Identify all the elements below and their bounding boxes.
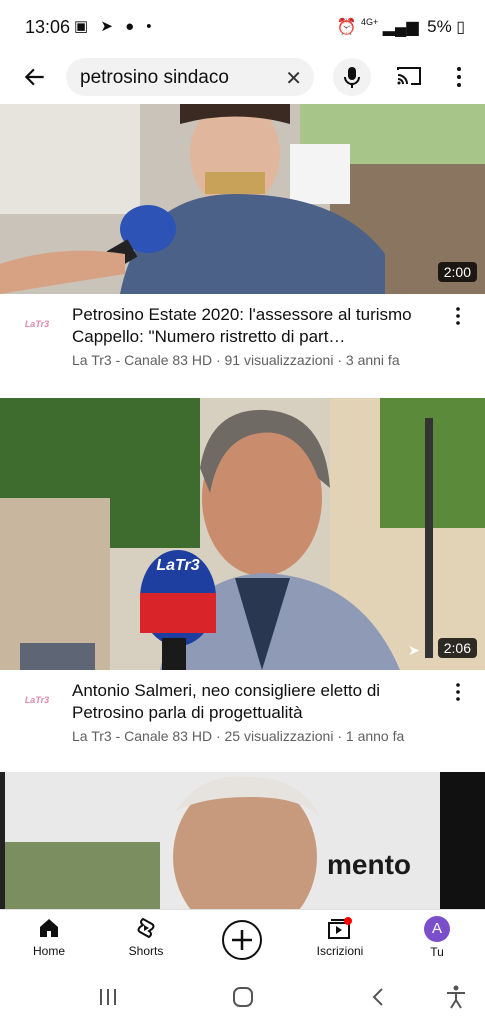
video-info[interactable]: LaTr3 Petrosino Estate 2020: l'assessore… bbox=[0, 294, 485, 398]
search-header: petrosino sindaco ✕ bbox=[0, 56, 485, 102]
thumbnail-image bbox=[0, 104, 485, 294]
mic-logo: LaTr3 bbox=[156, 557, 199, 574]
status-bar: 13:06 ▣ ➤ ● • ⏰ 4G+ ▂▄▆ 5% ▯ bbox=[0, 0, 485, 56]
channel-avatar[interactable]: LaTr3 bbox=[22, 312, 52, 336]
back-arrow-icon[interactable] bbox=[22, 64, 48, 90]
video-info[interactable]: LaTr3 Antonio Salmeri, neo consigliere e… bbox=[0, 670, 485, 772]
nav-home-label: Home bbox=[32, 944, 65, 958]
channel-avatar[interactable]: LaTr3 bbox=[22, 688, 52, 712]
cast-icon[interactable] bbox=[396, 66, 422, 86]
network-label: 4G+ bbox=[361, 17, 379, 27]
nav-shorts[interactable]: Shorts bbox=[106, 916, 186, 958]
status-time: 13:06 bbox=[25, 17, 71, 37]
video-thumbnail[interactable]: mento bbox=[0, 772, 485, 909]
search-input[interactable]: petrosino sindaco ✕ bbox=[66, 58, 314, 96]
create-plus-icon bbox=[222, 920, 262, 960]
nav-subscriptions[interactable]: Iscrizioni bbox=[300, 916, 380, 958]
nav-subscriptions-label: Iscrizioni bbox=[316, 944, 364, 958]
back-button-icon[interactable] bbox=[370, 986, 386, 1008]
mic-icon bbox=[344, 67, 360, 88]
nav-you-label: Tu bbox=[430, 945, 444, 959]
video-duration: 2:06 bbox=[437, 638, 477, 658]
home-icon bbox=[40, 919, 58, 937]
shorts-icon bbox=[137, 917, 155, 939]
video-menu-icon[interactable] bbox=[453, 682, 463, 702]
video-meta: La Tr3 - Canale 83 HD · 25 visualizzazio… bbox=[72, 728, 405, 744]
more-options-icon[interactable] bbox=[452, 65, 466, 89]
nav-home[interactable]: Home bbox=[9, 916, 89, 958]
system-nav-bar bbox=[0, 973, 485, 1023]
battery-percent: 5% bbox=[427, 17, 452, 36]
notification-icons: ▣ ➤ ● • bbox=[74, 18, 156, 35]
notification-dot bbox=[344, 917, 352, 925]
video-thumbnail[interactable]: LaTr3 ➤ 2:06 bbox=[0, 398, 485, 670]
video-duration: 2:00 bbox=[437, 262, 477, 282]
accessibility-icon[interactable] bbox=[445, 985, 467, 1009]
nav-create[interactable] bbox=[202, 919, 282, 965]
account-avatar: A bbox=[424, 916, 450, 942]
thumbnail-text: mento bbox=[327, 849, 411, 880]
subscriptions-icon bbox=[328, 917, 352, 939]
cursor-icon: ➤ bbox=[408, 642, 420, 658]
alarm-icon: ⏰ bbox=[336, 19, 357, 36]
video-thumbnail[interactable]: 2:00 bbox=[0, 104, 485, 294]
nav-shorts-label: Shorts bbox=[128, 944, 164, 958]
search-query: petrosino sindaco bbox=[80, 67, 229, 88]
nav-you[interactable]: A Tu bbox=[397, 916, 477, 959]
recent-apps-icon[interactable] bbox=[98, 987, 118, 1007]
bottom-nav: Home Shorts Iscrizioni A Tu bbox=[0, 909, 485, 974]
battery-icon: ▯ bbox=[456, 19, 465, 36]
video-menu-icon[interactable] bbox=[453, 306, 463, 326]
status-right: ⏰ 4G+ ▂▄▆ 5% ▯ bbox=[337, 17, 465, 37]
thumbnail-image: mento bbox=[0, 772, 485, 909]
clear-search-icon[interactable]: ✕ bbox=[285, 66, 302, 91]
voice-search-button[interactable] bbox=[333, 58, 371, 96]
video-title[interactable]: Petrosino Estate 2020: l'assessore al tu… bbox=[72, 304, 432, 348]
home-button-icon[interactable] bbox=[232, 986, 254, 1008]
video-title[interactable]: Antonio Salmeri, neo consigliere eletto … bbox=[72, 680, 432, 724]
thumbnail-image: LaTr3 bbox=[0, 398, 485, 670]
signal-icon: ▂▄▆ bbox=[382, 19, 419, 36]
video-meta: La Tr3 - Canale 83 HD · 91 visualizzazio… bbox=[72, 352, 400, 368]
